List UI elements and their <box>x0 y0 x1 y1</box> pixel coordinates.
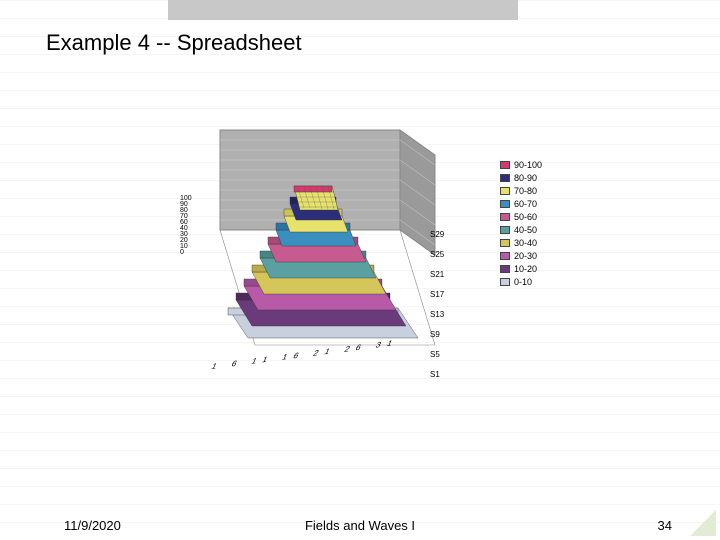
legend-item: 80-90 <box>500 173 542 183</box>
legend-label: 60-70 <box>514 199 537 209</box>
legend-item: 30-40 <box>500 238 542 248</box>
legend-label: 20-30 <box>514 251 537 261</box>
legend-item: 90-100 <box>500 160 542 170</box>
z-axis-ticks: 10090807060403020100 <box>180 195 192 255</box>
legend-label: 30-40 <box>514 238 537 248</box>
legend-label: 90-100 <box>514 160 542 170</box>
legend-item: 40-50 <box>500 225 542 235</box>
legend-swatch <box>500 239 510 247</box>
y-tick: S13 <box>430 310 444 319</box>
legend-swatch <box>500 278 510 286</box>
legend-label: 40-50 <box>514 225 537 235</box>
legend-item: 70-80 <box>500 186 542 196</box>
page-corner-fold <box>690 510 716 536</box>
legend-swatch <box>500 161 510 169</box>
legend-swatch <box>500 174 510 182</box>
y-axis-ticks: S29 S25 S21 S17 S13 S9 S5 S1 <box>430 230 444 390</box>
legend: 90-100 80-90 70-80 60-70 50-60 40-50 30-40 20-3… <box>500 160 542 290</box>
legend-label: 50-60 <box>514 212 537 222</box>
legend-label: 70-80 <box>514 186 537 196</box>
y-tick: S5 <box>430 350 444 359</box>
y-tick: S25 <box>430 250 444 259</box>
top-bar <box>168 0 518 20</box>
legend-item: 0-10 <box>500 277 542 287</box>
legend-item: 50-60 <box>500 212 542 222</box>
legend-swatch <box>500 200 510 208</box>
legend-swatch <box>500 252 510 260</box>
y-tick: S1 <box>430 370 444 379</box>
legend-item: 60-70 <box>500 199 542 209</box>
legend-label: 0-10 <box>514 277 532 287</box>
footer-title: Fields and Waves I <box>0 518 720 533</box>
legend-label: 10-20 <box>514 264 537 274</box>
y-tick: S29 <box>430 230 444 239</box>
legend-swatch <box>500 213 510 221</box>
legend-swatch <box>500 187 510 195</box>
surface-svg <box>200 120 460 370</box>
legend-swatch <box>500 265 510 273</box>
legend-label: 80-90 <box>514 173 537 183</box>
chart-3d-surface <box>200 120 460 370</box>
page-title: Example 4 -- Spreadsheet <box>46 30 302 56</box>
legend-item: 20-30 <box>500 251 542 261</box>
y-tick: S21 <box>430 270 444 279</box>
y-tick: S17 <box>430 290 444 299</box>
y-tick: S9 <box>430 330 444 339</box>
legend-item: 10-20 <box>500 264 542 274</box>
legend-swatch <box>500 226 510 234</box>
footer-page: 34 <box>658 518 672 533</box>
